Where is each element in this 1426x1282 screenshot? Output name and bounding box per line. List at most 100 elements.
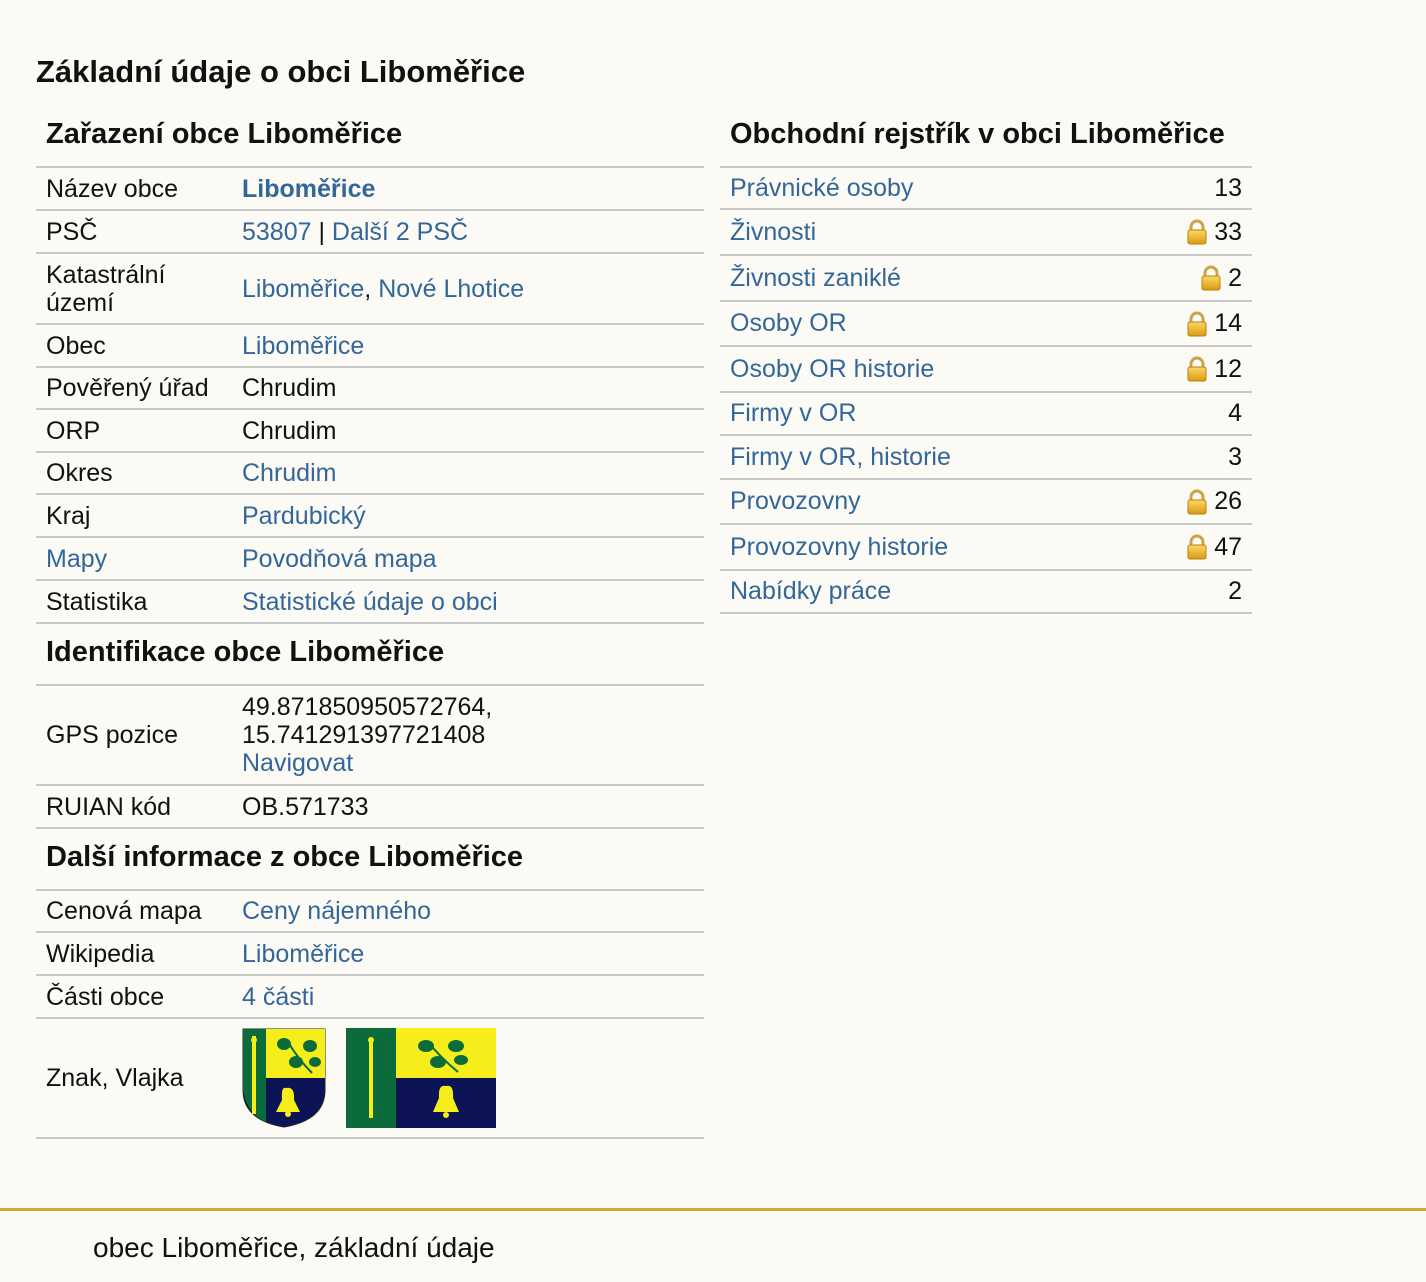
povereny-value: Chrudim [242,374,337,402]
rejstrik-row: Živnosti 33 [720,210,1252,256]
rejstrik-row: Osoby OR 14 [720,302,1252,347]
gps-label: GPS pozice [46,721,179,749]
row-mapy: Mapy Povodňová mapa [36,538,704,581]
kraj-link[interactable]: Pardubický [242,502,366,530]
rejstrik-row: Právnické osoby 13 [720,168,1252,210]
statistika-label: Statistika [46,587,148,616]
kraj-label: Kraj [46,501,91,530]
psc-label: PSČ [46,217,98,246]
znak-label: Znak, Vlajka [46,1064,184,1092]
katastr-link-1[interactable]: Liboměřice [242,275,364,303]
lock-icon [1187,311,1207,336]
flag-image[interactable] [346,1028,496,1128]
psc-separator: | [311,217,332,246]
psc-link[interactable]: 53807 [242,218,312,246]
psc-more-link[interactable]: Další 2 PSČ [332,218,468,246]
row-statistika: Statistika Statistické údaje o obci [36,581,704,624]
rejstrik-count: 2 [1228,577,1242,605]
rejstrik-count: 3 [1228,442,1242,471]
katastr-label: Katastrální území [46,260,166,317]
rejstrik-link[interactable]: Firmy v OR [730,399,856,428]
rejstrik-link[interactable]: Osoby OR [730,309,847,338]
lock-icon [1201,265,1221,291]
rejstrik-link[interactable]: Provozovny [730,487,861,516]
rejstrik-row: Firmy v OR, historie 3 [720,436,1252,480]
rejstrik-count: 47 [1214,532,1242,561]
rejstrik-link[interactable]: Firmy v OR, historie [730,443,951,472]
obec-link[interactable]: Liboměřice [242,332,364,360]
statistika-link[interactable]: Statistické údaje o obci [242,588,498,616]
ruian-label: RUIAN kód [46,792,172,821]
lock-icon [1187,356,1207,382]
rejstrik-count: 33 [1214,217,1242,246]
ruian-value: OB.571733 [242,792,369,821]
rejstrik-count-cell: 12 [1186,355,1242,384]
rejstrik-title: Obchodní rejstřík v obci Liboměřice [720,112,1252,168]
rejstrik-row: Provozovny historie 47 [720,525,1252,571]
rejstrik-row: Provozovny 26 [720,480,1252,525]
rejstrik-link[interactable]: Živnosti zaniklé [730,264,901,293]
coat-of-arms-image[interactable] [242,1028,326,1128]
rejstrik-count: 13 [1214,173,1242,202]
row-povereny: Pověřený úřad Chrudim [36,368,704,410]
wikipedia-link[interactable]: Liboměřice [242,940,364,968]
orp-value: Chrudim [242,416,337,445]
rejstrik-list: Právnické osoby 13 Živnosti 33 Živnosti zani… [720,168,1252,614]
row-obec: Obec Liboměřice [36,325,704,368]
navigovat-link[interactable]: Navigovat [242,749,353,777]
rejstrik-row: Živnosti zaniklé 2 [720,256,1252,302]
row-nazev: Název obce Liboměřice [36,168,704,211]
gps-longitude: 15.741291397721408 [242,721,486,749]
rejstrik-count-cell: 26 [1186,487,1242,516]
rejstrik-row: Firmy v OR 4 [720,393,1252,436]
katastr-link-2[interactable]: Nové Lhotice [378,275,524,303]
obec-label: Obec [46,331,106,360]
rejstrik-link[interactable]: Nabídky práce [730,577,891,606]
row-okres: Okres Chrudim [36,453,704,495]
rejstrik-link[interactable]: Živnosti [730,218,816,247]
rejstrik-count-cell: 33 [1186,218,1242,247]
rejstrik-link[interactable]: Osoby OR historie [730,355,934,384]
rejstrik-count: 26 [1214,487,1242,515]
business-register-column: Obchodní rejstřík v obci Liboměřice Práv… [720,112,1252,614]
lock-icon [1187,219,1207,245]
gps-latitude: 49.871850950572764, [242,693,493,721]
rejstrik-count-cell: 47 [1186,533,1242,562]
rejstrik-count: 14 [1214,309,1242,337]
mapy-link[interactable]: Mapy [46,545,107,573]
rejstrik-link[interactable]: Právnické osoby [730,174,913,203]
dalsi-title: Další informace z obce Liboměřice [36,829,704,891]
cenova-label: Cenová mapa [46,897,202,925]
rejstrik-count: 4 [1228,399,1242,427]
ceny-najemneho-link[interactable]: Ceny nájemného [242,897,431,925]
municipality-info-column: Zařazení obce Liboměřice Název obce Libo… [36,112,704,1139]
row-katastr: Katastrální území Liboměřice, Nové Lhoti… [36,254,704,325]
page-title: Základní údaje o obci Liboměřice [36,54,526,89]
rejstrik-count-cell: 2 [1228,577,1242,606]
footer-text: obec Liboměřice, základní údaje [93,1232,495,1263]
nazev-link[interactable]: Liboměřice [242,175,375,203]
nazev-label: Název obce [46,174,179,203]
rejstrik-row: Nabídky práce 2 [720,571,1252,614]
row-casti: Části obce 4 části [36,976,704,1019]
povereny-label: Pověřený úřad [46,374,209,402]
okres-label: Okres [46,459,113,487]
rejstrik-count-cell: 2 [1200,264,1242,293]
row-orp: ORP Chrudim [36,410,704,453]
rejstrik-count-cell: 13 [1214,174,1242,203]
rejstrik-count: 2 [1228,263,1242,292]
lock-icon [1187,489,1207,514]
row-wikipedia: Wikipedia Liboměřice [36,933,704,976]
row-ruian: RUIAN kód OB.571733 [36,786,704,829]
okres-link[interactable]: Chrudim [242,459,336,487]
rejstrik-count-cell: 3 [1228,443,1242,472]
row-znak-vlajka: Znak, Vlajka [36,1019,704,1139]
povodnova-mapa-link[interactable]: Povodňová mapa [242,545,437,573]
casti-label: Části obce [46,982,165,1011]
rejstrik-link[interactable]: Provozovny historie [730,533,948,562]
row-gps: GPS pozice 49.871850950572764, 15.741291… [36,686,704,786]
rejstrik-row: Osoby OR historie 12 [720,347,1252,393]
casti-link[interactable]: 4 části [242,983,314,1011]
rejstrik-count-cell: 14 [1186,309,1242,338]
orp-label: ORP [46,416,101,445]
